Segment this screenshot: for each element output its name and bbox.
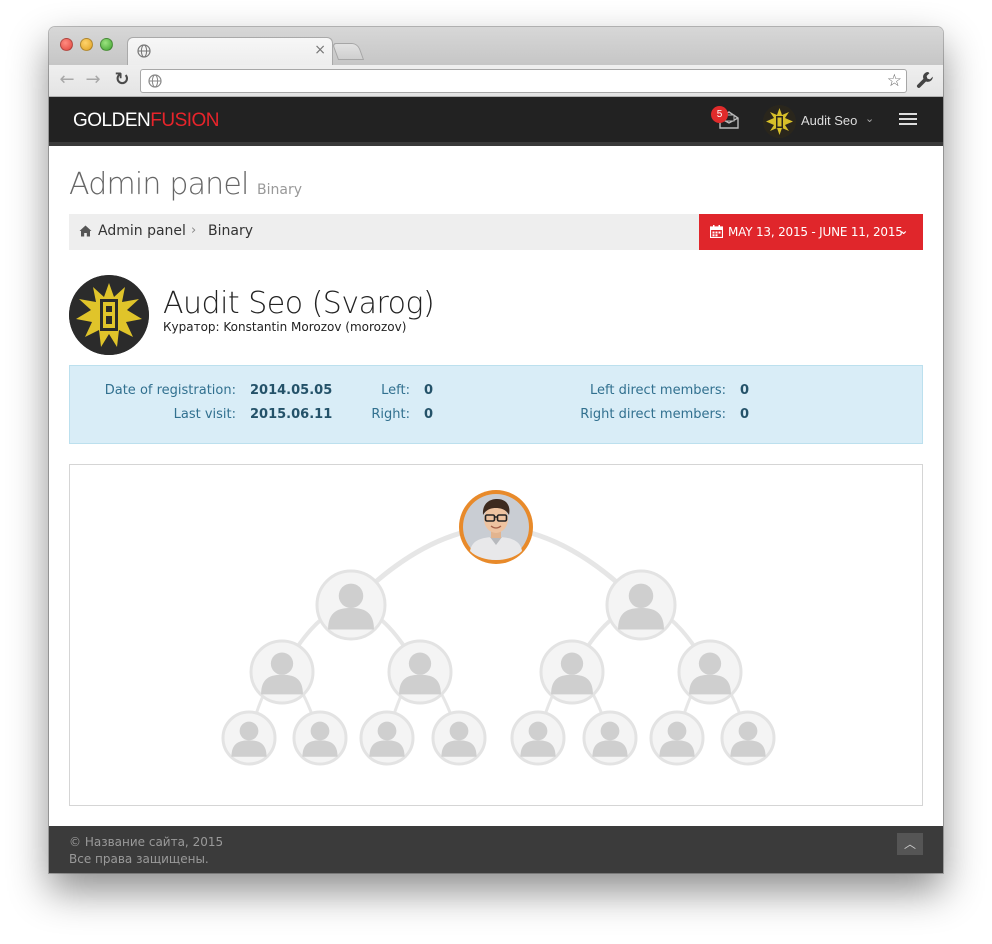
empty-member-node[interactable] — [249, 639, 315, 705]
binary-tree-canvas — [221, 490, 776, 766]
home-icon — [79, 225, 92, 237]
date-range-picker[interactable]: MAY 13, 2015 - JUNE 11, 2015 ⌄ — [699, 214, 923, 250]
site-footer: © Название сайта, 2015 Все права защищен… — [49, 826, 943, 873]
browser-toolbar: ← → ↻ ☆ — [49, 65, 943, 97]
empty-member-node[interactable] — [387, 639, 453, 705]
empty-member-node[interactable] — [605, 569, 677, 641]
profile-avatar — [69, 275, 149, 355]
globe-icon — [148, 74, 162, 88]
page-title: Admin panel Binary — [69, 167, 302, 202]
site-logo[interactable]: GOLDENFUSION — [73, 110, 220, 132]
profile-curator: Куратор: Konstantin Morozov (morozov) — [163, 320, 407, 334]
browser-tab[interactable]: × — [127, 37, 333, 65]
left-direct-members-value: 0 — [740, 383, 750, 398]
close-tab-icon[interactable]: × — [314, 41, 326, 59]
globe-icon — [137, 44, 151, 58]
chevron-down-icon[interactable]: ⌄ — [865, 112, 874, 125]
empty-member-node[interactable] — [359, 710, 415, 766]
date-range-label: MAY 13, 2015 - JUNE 11, 2015 — [728, 225, 903, 239]
right-count-value: 0 — [424, 407, 434, 422]
registration-date-value: 2014.05.05 — [250, 383, 333, 398]
page-title-text: Admin panel — [69, 167, 249, 202]
logo-part-fusion: FUSION — [150, 110, 220, 131]
zoom-window-button[interactable] — [100, 38, 113, 51]
breadcrumb-item-binary: Binary — [208, 223, 253, 239]
user-avatar[interactable] — [763, 105, 796, 138]
empty-member-node[interactable] — [649, 710, 705, 766]
new-tab-button[interactable] — [331, 43, 365, 60]
calendar-icon — [710, 225, 723, 238]
page-subtitle: Binary — [257, 182, 303, 198]
registration-date-label: Date of registration: — [104, 383, 236, 398]
minimize-window-button[interactable] — [80, 38, 93, 51]
left-count-label: Left: — [381, 383, 410, 398]
right-count-label: Right: — [371, 407, 410, 422]
right-direct-members-value: 0 — [740, 407, 750, 422]
wrench-icon[interactable] — [915, 70, 935, 90]
profile-name: Audit Seo (Svarog) — [163, 286, 435, 321]
empty-member-node[interactable] — [431, 710, 487, 766]
empty-member-node[interactable] — [292, 710, 348, 766]
breadcrumb-separator-icon: › — [191, 223, 197, 238]
browser-tab-bar: × — [49, 27, 943, 65]
right-direct-members-label: Right direct members: — [580, 407, 726, 422]
footer-rights: Все права защищены. — [69, 852, 209, 866]
empty-member-node[interactable] — [677, 639, 743, 705]
breadcrumb-item-admin-panel[interactable]: Admin panel — [98, 223, 186, 239]
stats-panel: Date of registration: 2014.05.05 Last vi… — [69, 365, 923, 444]
footer-copyright: © Название сайта, 2015 — [69, 835, 224, 849]
close-window-button[interactable] — [60, 38, 73, 51]
messages-count-badge: 5 — [711, 106, 728, 123]
reload-icon[interactable]: ↻ — [112, 70, 132, 90]
left-count-value: 0 — [424, 383, 434, 398]
emblem-icon — [69, 275, 149, 355]
last-visit-value: 2015.06.11 — [250, 407, 333, 422]
logo-part-golden: GOLDEN — [73, 110, 151, 131]
empty-member-node[interactable] — [720, 710, 776, 766]
hamburger-menu-icon[interactable] — [899, 113, 917, 125]
scroll-to-top-button[interactable]: ︿ — [897, 833, 923, 855]
empty-member-node[interactable] — [315, 569, 387, 641]
left-direct-members-label: Left direct members: — [590, 383, 726, 398]
empty-member-node[interactable] — [582, 710, 638, 766]
binary-tree — [69, 464, 923, 806]
last-visit-label: Last visit: — [173, 407, 236, 422]
site-header: GOLDENFUSION 5 Audit Seo ⌄ — [49, 97, 943, 146]
bookmark-star-icon[interactable]: ☆ — [887, 71, 902, 91]
chevron-down-icon: ⌄ — [899, 224, 909, 237]
empty-member-node[interactable] — [539, 639, 605, 705]
user-name[interactable]: Audit Seo — [801, 113, 857, 128]
empty-member-node[interactable] — [510, 710, 566, 766]
empty-member-node[interactable] — [221, 710, 277, 766]
emblem-icon — [763, 105, 796, 138]
forward-arrow-icon[interactable]: → — [83, 70, 103, 90]
address-bar[interactable]: ☆ — [140, 69, 907, 93]
root-node[interactable] — [459, 490, 533, 564]
browser-window: × ← → ↻ ☆ GOLDENFUSION 5 Audit Seo ⌄ Adm… — [49, 27, 943, 873]
back-arrow-icon[interactable]: ← — [57, 70, 77, 90]
